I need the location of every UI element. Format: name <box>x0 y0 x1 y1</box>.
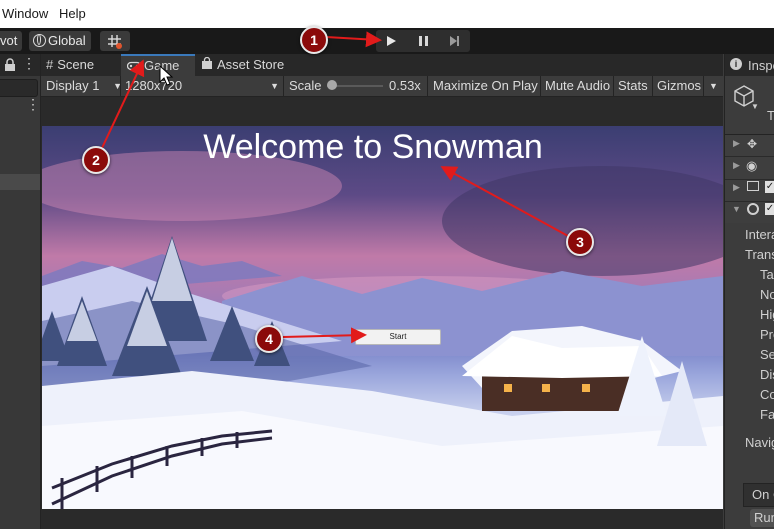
pause-icon <box>419 36 428 46</box>
object-name-initial: T <box>767 108 774 123</box>
main-toolbar: vot Global <box>0 28 774 54</box>
global-button[interactable]: Global <box>29 31 91 51</box>
annotation-badge-2: 2 <box>82 146 110 174</box>
on-click-label: On C <box>752 487 774 502</box>
component-enabled-checkbox[interactable]: ✓ <box>765 181 774 193</box>
global-label: Global <box>48 33 86 48</box>
hierarchy-search-input[interactable] <box>0 79 38 97</box>
game-view[interactable]: Welcome to Snowman Start <box>42 126 723 509</box>
separator <box>652 76 653 96</box>
shopping-bag-icon <box>202 56 212 69</box>
step-button[interactable] <box>439 30 469 52</box>
separator <box>427 76 428 96</box>
inspector-panel: i Inspe ▼ T ▶ ✥ ▶ ◉ ▶ ✓ ▼ ✓ Intera Trans… <box>724 54 774 529</box>
tab-game[interactable]: Game <box>121 54 195 76</box>
eye-icon: ◉ <box>746 158 758 173</box>
field-disabled-color: Dis <box>760 367 774 382</box>
tab-asset-store[interactable]: Asset Store <box>201 54 301 76</box>
scale-label: Scale <box>289 78 322 93</box>
gamepad-icon <box>126 61 142 71</box>
play-button[interactable] <box>376 30 406 52</box>
field-interactable: Intera <box>745 227 774 242</box>
separator <box>613 76 614 96</box>
step-icon <box>450 36 459 46</box>
menu-help[interactable]: Help <box>59 6 86 21</box>
chevron-down-icon: ▼ <box>270 81 279 91</box>
separator <box>540 76 541 96</box>
resolution-dropdown[interactable]: 1280x720 ▼ <box>125 76 279 96</box>
game-title: Welcome to Snowman <box>203 128 543 166</box>
playback-controls <box>376 30 470 52</box>
menu-bar: Window Help <box>0 0 774 29</box>
inspector-tab[interactable]: i Inspe <box>725 54 774 76</box>
tab-scene-label: Scene <box>57 57 95 72</box>
pivot-label: vot <box>0 33 18 48</box>
separator <box>120 76 121 96</box>
annotation-badge-4: 4 <box>255 325 283 353</box>
resolution-label: 1280x720 <box>125 78 183 93</box>
field-navigation: Navig <box>745 435 774 450</box>
maximize-on-play-toggle[interactable]: Maximize On Play <box>433 76 538 96</box>
gizmos-dropdown-icon[interactable]: ▼ <box>709 76 718 96</box>
inspector-tab-label: Inspe <box>748 58 774 73</box>
menu-window[interactable]: Window <box>2 6 48 21</box>
display-dropdown[interactable]: Display 1 ▼ <box>46 76 122 96</box>
rect-transform-icon: ✥ <box>747 137 758 151</box>
hierarchy-panel: ⋮ ⋮ <box>0 54 41 529</box>
lock-icon <box>5 58 15 71</box>
hierarchy-tab-strip: ⋮ <box>0 54 40 76</box>
view-tab-bar: # Scene Game Asset Store <box>41 54 723 76</box>
hierarchy-menu-icon[interactable]: ⋮ <box>26 96 40 113</box>
mute-audio-toggle[interactable]: Mute Audio <box>545 76 610 96</box>
expand-arrow-icon[interactable]: ▶ <box>733 160 740 171</box>
runtime-label: Run <box>754 510 774 525</box>
pause-button[interactable] <box>408 30 438 52</box>
tab-scene[interactable]: # Scene <box>46 54 116 76</box>
field-pressed-color: Pre <box>760 327 774 342</box>
info-icon: i <box>730 58 742 70</box>
winter-landscape-image <box>42 151 723 509</box>
scale-slider[interactable] <box>327 76 383 96</box>
scale-value: 0.53x <box>389 78 421 93</box>
stats-toggle[interactable]: Stats <box>618 76 648 96</box>
field-normal-color: No <box>760 287 774 302</box>
separator <box>703 76 704 96</box>
gizmos-toggle[interactable]: Gizmos <box>657 76 701 96</box>
separator <box>283 76 284 96</box>
field-color-multiplier: Co <box>760 387 774 402</box>
chevron-down-icon[interactable]: ▼ <box>751 102 759 111</box>
field-selected-color: Se <box>760 347 774 362</box>
expand-arrow-icon[interactable]: ▶ <box>733 182 740 193</box>
display-label: Display 1 <box>46 78 100 93</box>
pivot-button[interactable]: vot <box>0 31 22 51</box>
tab-game-label: Game <box>144 58 180 73</box>
component-enabled-checkbox[interactable]: ✓ <box>765 203 774 215</box>
game-view-toolbar: Display 1 ▼ 1280x720 ▼ Scale 0.53x Maxim… <box>41 76 723 97</box>
start-button[interactable]: Start <box>355 329 441 345</box>
kebab-menu-icon[interactable]: ⋮ <box>22 55 36 72</box>
field-target-graphic: Ta <box>760 267 774 282</box>
component-headers: ▶ ✥ ▶ ◉ ▶ ✓ ▼ ✓ <box>725 135 774 223</box>
hash-icon: # <box>46 57 54 72</box>
collapse-arrow-icon[interactable]: ▼ <box>732 204 741 214</box>
field-highlighted-color: Hig <box>760 307 774 322</box>
expand-arrow-icon[interactable]: ▶ <box>733 138 740 149</box>
annotation-badge-3: 3 <box>566 228 594 256</box>
runtime-dropdown[interactable]: Run <box>750 509 774 527</box>
scale-slider-handle[interactable] <box>327 80 337 90</box>
image-icon <box>747 181 759 191</box>
grid-snap-icon <box>108 35 122 49</box>
tab-asset-store-label: Asset Store <box>217 57 285 72</box>
button-component-icon <box>747 203 759 215</box>
field-transition: Trans <box>745 247 774 262</box>
play-icon <box>387 36 396 46</box>
annotation-badge-1: 1 <box>300 26 328 54</box>
hierarchy-selected-row[interactable] <box>0 174 40 190</box>
on-click-header: On C <box>743 483 774 507</box>
globe-icon <box>33 34 46 47</box>
grid-snap-button[interactable] <box>100 31 130 51</box>
field-fade-duration: Fa <box>760 407 774 422</box>
